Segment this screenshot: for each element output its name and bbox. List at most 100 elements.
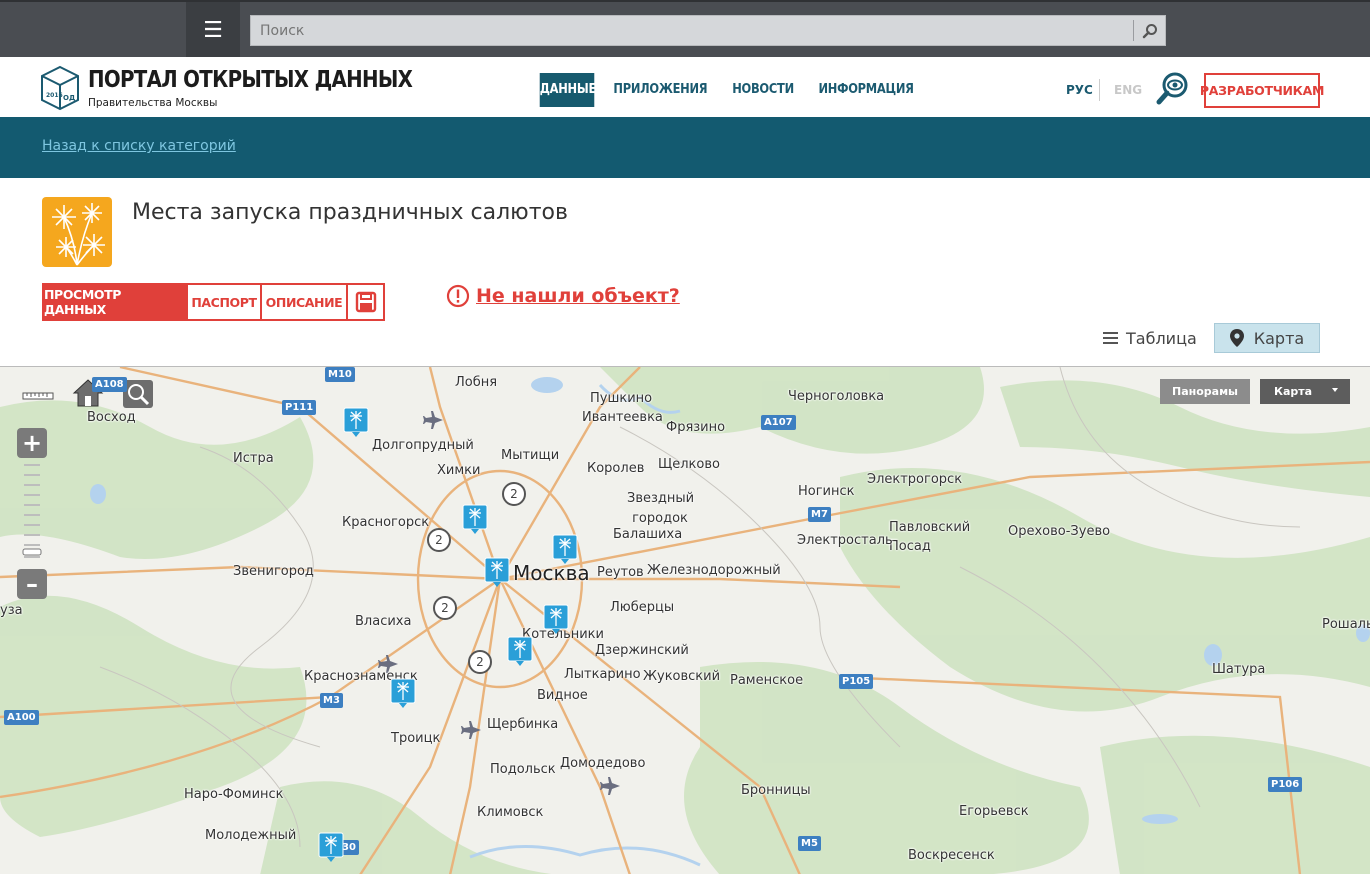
view-table-label: Таблица xyxy=(1126,328,1197,348)
lang-en-link[interactable]: ENG xyxy=(1114,83,1142,97)
visual-search-icon[interactable] xyxy=(1156,71,1190,105)
city-label: Электросталь xyxy=(797,533,893,548)
zoom-slider[interactable] xyxy=(22,461,42,565)
zoom-in-button[interactable]: + xyxy=(17,428,47,458)
marker-cluster[interactable]: 2 xyxy=(468,650,492,674)
city-label: Наро-Фоминск xyxy=(184,787,284,802)
warning-icon xyxy=(446,284,470,308)
city-label: Бронницы xyxy=(741,783,811,798)
logo-title[interactable]: ПОРТАЛ ОТКРЫТЫХ ДАННЫХ xyxy=(88,67,413,93)
developers-button[interactable]: РАЗРАБОТЧИКАМ xyxy=(1200,73,1324,108)
city-label: Пушкино xyxy=(590,391,653,406)
view-map-button[interactable]: Карта xyxy=(1214,323,1320,353)
city-label: Шатура xyxy=(1212,662,1266,677)
lang-divider xyxy=(1099,79,1100,101)
fireworks-marker-icon[interactable] xyxy=(390,678,416,708)
panorama-button[interactable]: Панорамы xyxy=(1160,379,1250,404)
map-type-dropdown[interactable]: Карта xyxy=(1260,379,1350,404)
zoom-out-button[interactable]: – xyxy=(17,569,47,599)
city-label: Черноголовка xyxy=(788,389,885,404)
portal-logo-icon[interactable]: 2016 ОД xyxy=(40,65,80,111)
road-shield: Р111 xyxy=(282,400,317,415)
fireworks-marker-icon[interactable] xyxy=(462,504,488,534)
map-pin-icon xyxy=(1229,329,1244,347)
chevron-down-icon xyxy=(1332,388,1338,392)
view-table-button[interactable]: Таблица xyxy=(1103,323,1197,353)
fireworks-marker-icon[interactable] xyxy=(543,604,569,634)
city-label: Звездный городок xyxy=(627,491,695,526)
city-label: Лыткарино xyxy=(564,667,641,682)
fireworks-marker-icon[interactable] xyxy=(484,557,510,587)
minus-icon: – xyxy=(26,570,38,598)
plus-icon: + xyxy=(21,429,43,457)
map-view[interactable]: + – Панорамы Карта Лобня Пушкино Черного… xyxy=(0,366,1370,874)
city-label: Видное xyxy=(537,688,588,703)
hamburger-menu-button[interactable]: ☰ xyxy=(186,2,240,59)
road-shield: М5 xyxy=(798,836,821,851)
lang-ru-link[interactable]: РУС xyxy=(1066,83,1093,97)
road-shield: М10 xyxy=(325,367,355,382)
save-button[interactable] xyxy=(346,283,385,321)
fireworks-marker-icon[interactable] xyxy=(318,832,344,862)
site-header: 2016 ОД ПОРТАЛ ОТКРЫТЫХ ДАННЫХ Правитель… xyxy=(0,57,1370,117)
city-label: Фрязино xyxy=(666,420,726,435)
tab-data-view[interactable]: ПРОСМОТР ДАННЫХ xyxy=(42,283,188,321)
search-button[interactable] xyxy=(1133,20,1165,41)
map-type-label: Карта xyxy=(1274,385,1313,398)
city-label: Щелково xyxy=(658,457,720,472)
city-label: Воскресенск xyxy=(908,848,995,863)
fireworks-marker-icon[interactable] xyxy=(507,636,533,666)
nav-item-apps[interactable]: ПРИЛОЖЕНИЯ xyxy=(607,73,713,107)
city-label: уза xyxy=(0,603,23,618)
logo-badge: ОД xyxy=(63,94,75,102)
search-icon xyxy=(1142,23,1157,38)
not-found-text: Не нашли объект? xyxy=(476,285,680,307)
city-label: Домодедово xyxy=(560,756,646,771)
city-label: Электрогорск xyxy=(867,472,963,487)
city-label: Королев xyxy=(587,461,645,476)
city-label: Рошаль xyxy=(1322,617,1370,632)
city-label: Власиха xyxy=(355,614,412,629)
marker-cluster[interactable]: 2 xyxy=(433,596,457,620)
road-shield: М3 xyxy=(320,693,343,708)
nav-item-data[interactable]: ДАННЫЕ xyxy=(539,73,596,107)
nav-item-news[interactable]: НОВОСТИ xyxy=(726,73,800,107)
city-label: Ногинск xyxy=(798,484,855,499)
road-shield: Р106 xyxy=(1268,777,1303,792)
view-map-label: Карта xyxy=(1253,328,1305,348)
city-label: Восход xyxy=(87,410,136,425)
marker-cluster[interactable]: 2 xyxy=(427,528,451,552)
tab-description[interactable]: ОПИСАНИЕ xyxy=(260,283,348,321)
list-icon xyxy=(1103,332,1118,344)
back-to-categories-link[interactable]: Назад к списку категорий xyxy=(42,138,236,154)
nav-item-info[interactable]: ИНФОРМАЦИЯ xyxy=(812,73,920,107)
breadcrumb-band: Назад к списку категорий xyxy=(0,117,1370,178)
marker-cluster[interactable]: 2 xyxy=(502,482,526,506)
city-label: Долгопрудный xyxy=(372,438,474,453)
city-label: Дзержинский xyxy=(595,643,689,658)
city-label: Реутов xyxy=(597,565,644,580)
city-label: Химки xyxy=(437,463,481,478)
city-label: Троицк xyxy=(391,731,441,746)
road-shield: Р105 xyxy=(839,674,874,689)
city-label: Щербинка xyxy=(487,717,559,732)
fireworks-marker-icon[interactable] xyxy=(343,407,369,437)
city-label: Люберцы xyxy=(610,600,675,615)
city-label: Жуковский xyxy=(643,669,721,684)
ruler-icon[interactable] xyxy=(22,385,54,401)
fireworks-category-icon xyxy=(42,197,112,267)
city-label: Лобня xyxy=(455,375,498,390)
tab-passport[interactable]: ПАСПОРТ xyxy=(186,283,262,321)
city-label: Раменское xyxy=(730,673,804,688)
not-found-link[interactable]: Не нашли объект? xyxy=(446,284,680,308)
fireworks-marker-icon[interactable] xyxy=(552,534,578,564)
city-label-moscow: Москва xyxy=(513,561,590,585)
dataset-tabs: ПРОСМОТР ДАННЫХ ПАСПОРТ ОПИСАНИЕ xyxy=(42,283,385,321)
city-label: Красногорск xyxy=(342,515,430,530)
svg-text:2016: 2016 xyxy=(46,92,63,99)
city-label: Мытищи xyxy=(501,448,560,463)
city-label: Павловский Посад xyxy=(889,520,971,554)
search-input[interactable] xyxy=(251,16,1131,45)
zoom-area-icon[interactable] xyxy=(122,379,154,409)
main-nav: ДАННЫЕ ПРИЛОЖЕНИЯ НОВОСТИ ИНФОРМАЦИЯ xyxy=(536,73,927,107)
